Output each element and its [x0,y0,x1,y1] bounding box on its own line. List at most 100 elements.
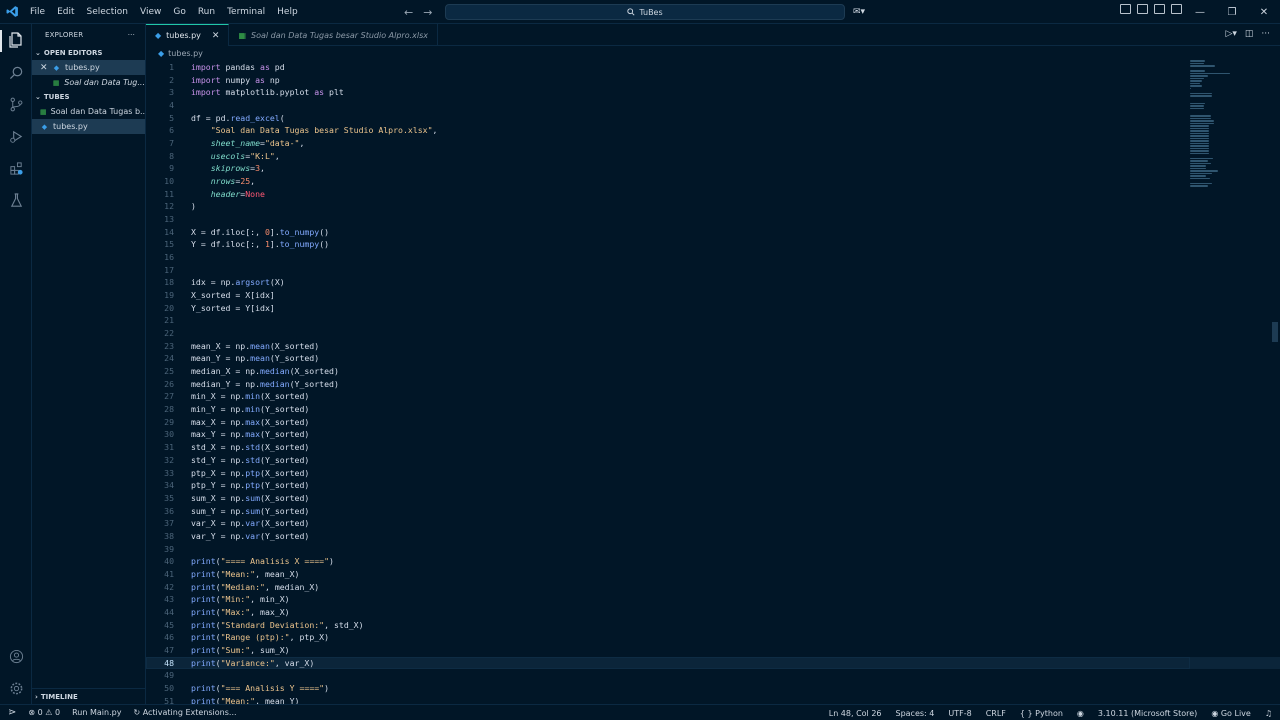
code-line[interactable]: 10 nrows=25, [146,175,1280,188]
toggle-panel-icon[interactable] [1154,4,1165,14]
scrollbar-thumb[interactable] [1272,322,1278,342]
settings-gear-icon[interactable] [6,678,26,698]
close-icon[interactable]: ✕ [40,63,52,73]
code-line[interactable]: 5 df = pd.read_excel( [146,112,1280,125]
code-line[interactable]: 8 usecols="K:L", [146,150,1280,163]
menu-help[interactable]: Help [271,0,304,24]
end-of-line[interactable]: CRLF [986,709,1006,718]
toggle-sidebar-icon[interactable] [1137,4,1148,14]
file-item-xlsx[interactable]: ▦ Soal dan Data Tugas b... [32,104,145,119]
code-line[interactable]: 3 import matplotlib.pyplot as plt [146,86,1280,99]
indentation[interactable]: Spaces: 4 [896,709,935,718]
file-item-tubes[interactable]: ◆ tubes.py [32,119,145,134]
customize-layout-icon[interactable] [1120,4,1131,14]
code-line[interactable]: 39 [146,543,1280,556]
code-line[interactable]: 7 sheet_name="data-", [146,137,1280,150]
encoding[interactable]: UTF-8 [948,709,971,718]
tab-tubes-py[interactable]: ◆ tubes.py ✕ [146,24,230,46]
go-live-button[interactable]: ◉ Go Live [1211,709,1251,718]
menu-file[interactable]: File [24,0,51,24]
code-line[interactable]: 51 print("Mean:", mean_Y) [146,695,1280,704]
code-line[interactable]: 48 print("Variance:", var_X) [146,656,1280,670]
close-window-icon[interactable]: ✕ [1248,0,1280,24]
more-actions-icon[interactable]: ··· [1261,29,1270,39]
cursor-position[interactable]: Ln 48, Col 26 [829,709,882,718]
search-icon[interactable] [6,62,26,82]
code-line[interactable]: 45 print("Standard Deviation:", std_X) [146,619,1280,632]
code-line[interactable]: 33 ptp_X = np.ptp(X_sorted) [146,467,1280,480]
code-line[interactable]: 4 [146,99,1280,112]
code-line[interactable]: 31 std_X = np.std(X_sorted) [146,441,1280,454]
code-line[interactable]: 46 print("Range (ptp):", ptp_X) [146,631,1280,644]
code-line[interactable]: 43 print("Min:", min_X) [146,593,1280,606]
code-line[interactable]: 44 print("Max:", max_X) [146,606,1280,619]
source-control-icon[interactable] [6,94,26,114]
code-line[interactable]: 18 idx = np.argsort(X) [146,276,1280,289]
notifications-bell-icon[interactable]: ♫ [1265,709,1272,718]
code-line[interactable]: 38 var_Y = np.var(Y_sorted) [146,530,1280,543]
toggle-secondary-sidebar-icon[interactable] [1171,4,1182,14]
code-line[interactable]: 40 print("==== Analisis X ====") [146,555,1280,568]
code-line[interactable]: 13 [146,213,1280,226]
breadcrumb[interactable]: ◆ tubes.py [146,46,203,60]
run-icon[interactable]: ▷▾ [1225,29,1236,39]
open-editors-section[interactable]: ⌄ OPEN EDITORS [32,46,145,60]
code-line[interactable]: 27 min_X = np.min(X_sorted) [146,390,1280,403]
open-editor-item-tubes[interactable]: ✕ ◆ tubes.py [32,60,145,75]
language-mode[interactable]: { } Python [1020,709,1063,718]
code-line[interactable]: 15 Y = df.iloc[:, 1].to_numpy() [146,238,1280,251]
code-line[interactable]: 17 [146,264,1280,277]
account-icon[interactable] [6,646,26,666]
more-actions-icon[interactable]: ··· [128,31,135,39]
code-line[interactable]: 28 min_Y = np.min(Y_sorted) [146,403,1280,416]
menu-view[interactable]: View [134,0,167,24]
remote-icon[interactable]: ⋗ [8,707,16,718]
timeline-section[interactable]: › TIMELINE [32,688,146,704]
code-editor[interactable]: 1 import pandas as pd 2 import numpy as np 3… [146,61,1280,704]
run-debug-icon[interactable] [6,126,26,146]
code-line[interactable]: 1 import pandas as pd [146,61,1280,74]
menu-edit[interactable]: Edit [51,0,80,24]
code-line[interactable]: 32 std_Y = np.std(Y_sorted) [146,454,1280,467]
tab-xlsx[interactable]: ▦ Soal dan Data Tugas besar Studio Alpro… [229,24,439,46]
code-line[interactable]: 47 print("Sum:", sum_X) [146,644,1280,657]
run-main-button[interactable]: Run Main.py [72,708,121,717]
folder-section[interactable]: ⌄ TUBES [32,90,145,104]
code-line[interactable]: 41 print("Mean:", mean_X) [146,568,1280,581]
copilot-status-icon[interactable]: ◉ [1077,709,1084,718]
code-line[interactable]: 30 max_Y = np.max(Y_sorted) [146,428,1280,441]
copilot-icon[interactable]: ✉▾ [853,4,865,20]
code-line[interactable]: 24 mean_Y = np.mean(Y_sorted) [146,352,1280,365]
split-editor-icon[interactable]: ◫ [1245,29,1254,39]
command-center-search[interactable]: TuBes [445,4,845,20]
minimap[interactable] [1190,60,1230,187]
menu-run[interactable]: Run [192,0,221,24]
code-line[interactable]: 37 var_X = np.var(X_sorted) [146,517,1280,530]
menu-terminal[interactable]: Terminal [221,0,271,24]
code-line[interactable]: 9 skiprows=3, [146,162,1280,175]
code-line[interactable]: 26 median_Y = np.median(Y_sorted) [146,378,1280,391]
code-line[interactable]: 49 [146,669,1280,682]
minimize-icon[interactable]: — [1184,0,1216,24]
explorer-icon[interactable] [6,30,26,50]
close-tab-icon[interactable]: ✕ [212,31,220,41]
code-line[interactable]: 14 X = df.iloc[:, 0].to_numpy() [146,226,1280,239]
code-line[interactable]: 36 sum_Y = np.sum(Y_sorted) [146,505,1280,518]
code-line[interactable]: 21 [146,314,1280,327]
vscode-logo-icon[interactable] [0,0,24,24]
code-line[interactable]: 16 [146,251,1280,264]
forward-arrow-icon[interactable]: → [423,6,432,19]
code-line[interactable]: 2 import numpy as np [146,74,1280,87]
code-line[interactable]: 50 print("=== Analisis Y ====") [146,682,1280,695]
code-line[interactable]: 20 Y_sorted = Y[idx] [146,302,1280,315]
code-line[interactable]: 35 sum_X = np.sum(X_sorted) [146,492,1280,505]
maximize-icon[interactable]: ❐ [1216,0,1248,24]
code-line[interactable]: 23 mean_X = np.mean(X_sorted) [146,340,1280,353]
code-line[interactable]: 22 [146,327,1280,340]
extensions-icon[interactable] [6,158,26,178]
testing-icon[interactable] [6,190,26,210]
back-arrow-icon[interactable]: ← [404,6,413,19]
code-line[interactable]: 12) [146,200,1280,213]
code-line[interactable]: 42 print("Median:", median_X) [146,581,1280,594]
python-interpreter[interactable]: 3.10.11 (Microsoft Store) [1098,709,1197,718]
